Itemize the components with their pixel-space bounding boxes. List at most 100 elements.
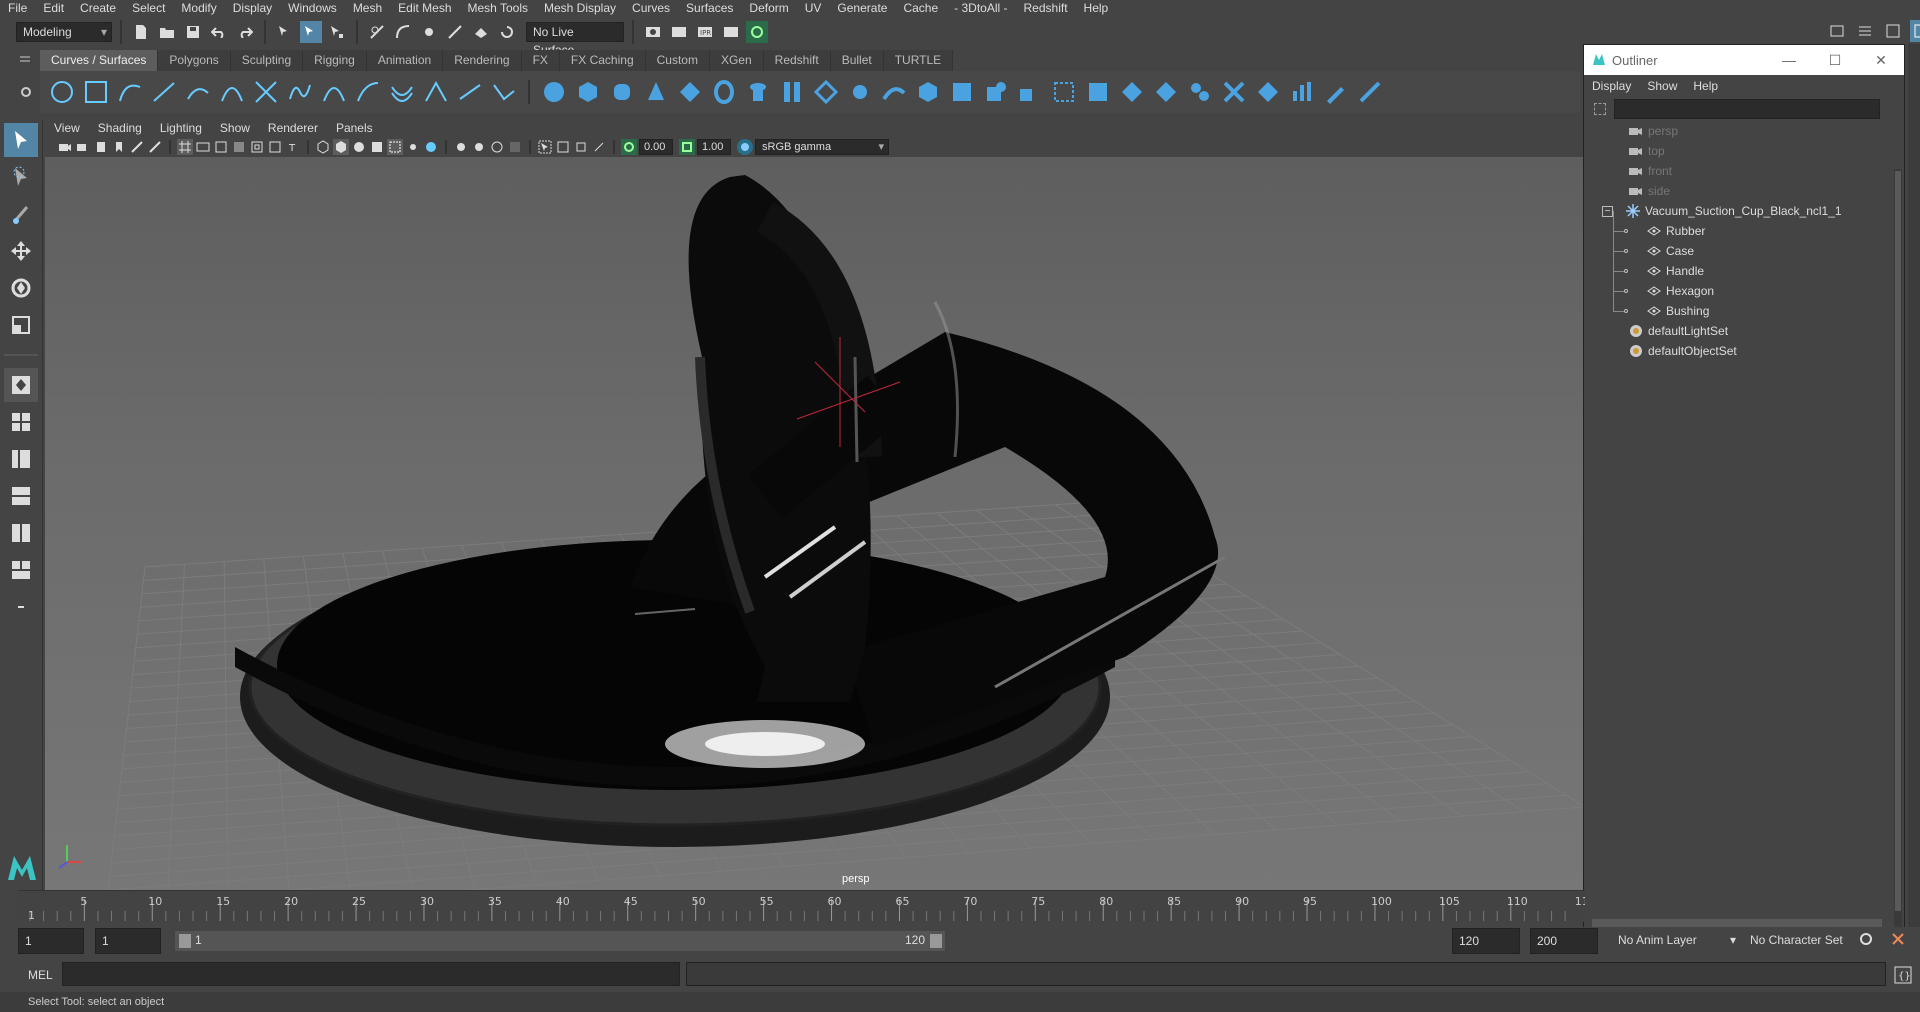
offset-curve-icon[interactable] [388,78,416,106]
snap-grid-icon[interactable] [366,21,388,43]
script-editor-icon[interactable]: {} [1894,966,1912,987]
isolate-select-icon[interactable] [537,139,553,155]
add-points-icon[interactable] [456,78,484,106]
select-component-icon[interactable] [326,21,348,43]
anim-prefs-icon[interactable] [1890,931,1906,950]
bevel-plus-icon[interactable] [914,78,942,106]
menu-help[interactable]: Help [1076,0,1117,17]
outliner-layout-icon[interactable] [4,553,38,587]
gamma-toggle-icon[interactable] [679,139,695,155]
make-live-icon[interactable] [496,21,518,43]
multisample-aa-icon[interactable] [471,139,487,155]
select-tool-icon[interactable] [4,123,38,157]
outliner-item[interactable]: Rubber [1584,211,1904,241]
shelf-tab-fx[interactable]: FX [521,50,560,71]
curve-editing-icon[interactable] [490,78,518,106]
revolve-icon[interactable] [744,78,772,106]
outliner-item[interactable]: front [1584,161,1904,181]
select-object-icon[interactable] [300,21,322,43]
range-end-handle[interactable] [930,934,942,948]
nurbs-torus-icon[interactable] [710,78,738,106]
channel-box-icon[interactable] [1910,20,1920,42]
shelf-tab-turtle[interactable]: TURTLE [883,50,954,71]
rebuild-surface-icon[interactable] [1288,78,1316,106]
snap-surface-icon[interactable] [470,21,492,43]
outliner-item[interactable]: defaultLightSet [1584,321,1904,341]
shelf-menu-icon[interactable] [18,53,32,65]
shelf-tab-fx-caching[interactable]: FX Caching [559,50,646,71]
default-material-icon[interactable] [351,139,367,155]
shelf-tab-custom[interactable]: Custom [645,50,710,71]
outliner-menu-show[interactable]: Show [1639,79,1685,93]
bookmark-icon[interactable] [111,139,127,155]
persp-hypershade-layout-icon[interactable] [4,516,38,550]
command-language-label[interactable]: MEL [28,968,53,982]
grid-toggle-icon[interactable] [177,139,193,155]
shelf-tab-xgen[interactable]: XGen [709,50,764,71]
field-chart-icon[interactable] [249,139,265,155]
auto-key-icon[interactable] [1858,931,1874,950]
viewport-menu-show[interactable]: Show [211,121,259,135]
viewport-menu-view[interactable]: View [45,121,89,135]
viewport-menu-renderer[interactable]: Renderer [259,121,327,135]
menu--3dtoall-[interactable]: - 3DtoAll - [946,0,1015,17]
menu-create[interactable]: Create [72,0,124,17]
maximize-icon[interactable]: ☐ [1812,52,1858,69]
time-slider[interactable]: 1 5 10 15 20 25 30 35 40 45 50 55 60 65 70 75 80 85 90 95 10… [18,890,1596,922]
playback-start-field[interactable]: 1 [95,928,161,954]
menu-mesh[interactable]: Mesh [345,0,390,17]
minimize-icon[interactable]: — [1766,52,1812,69]
detach-curves-icon[interactable] [286,78,314,106]
menu-generate[interactable]: Generate [829,0,895,17]
textured-icon[interactable] [369,139,385,155]
outliner-vscrollbar[interactable] [1894,169,1902,949]
motion-blur-icon[interactable] [453,139,469,155]
attach-curves-icon[interactable] [252,78,280,106]
menu-edit[interactable]: Edit [35,0,72,17]
outliner-item[interactable]: defaultObjectSet [1584,341,1904,361]
viewport-menu-lighting[interactable]: Lighting [151,121,211,135]
mode-dropdown[interactable]: Modeling ▾ [16,22,112,42]
menu-surfaces[interactable]: Surfaces [678,0,741,17]
menu-deform[interactable]: Deform [741,0,796,17]
attach-surfaces-icon[interactable] [1152,78,1180,106]
nurbs-sphere-icon[interactable] [540,78,568,106]
ambient-occlusion-icon[interactable] [423,139,439,155]
extend-surface-icon[interactable] [1254,78,1282,106]
filter-icon[interactable] [1594,103,1606,115]
four-view-layout-icon[interactable] [4,405,38,439]
detach-surfaces-icon[interactable] [1186,78,1214,106]
menu-uv[interactable]: UV [797,0,830,17]
boundary-icon[interactable] [948,78,976,106]
command-input[interactable] [62,962,680,986]
insert-knot-icon[interactable] [320,78,348,106]
persp-graph-layout-icon[interactable] [4,479,38,513]
menu-modify[interactable]: Modify [173,0,224,17]
end-time-field[interactable]: 200 [1530,928,1598,954]
color-management-icon[interactable] [737,139,753,155]
trim-tool-icon[interactable] [1084,78,1112,106]
shelf-tab-bullet[interactable]: Bullet [830,50,884,71]
menu-mesh-display[interactable]: Mesh Display [536,0,624,17]
layout-options-icon[interactable] [4,590,38,624]
use-all-lights-icon[interactable] [387,139,403,155]
menu-edit-mesh[interactable]: Edit Mesh [390,0,459,17]
safe-action-icon[interactable] [267,139,283,155]
untrim-icon[interactable] [1118,78,1146,106]
tool-settings-icon[interactable] [1882,20,1904,42]
paint-select-tool-icon[interactable] [4,197,38,231]
snap-view-icon[interactable] [444,21,466,43]
project-curve-icon[interactable] [1016,78,1044,106]
attribute-editor-icon[interactable] [1854,20,1876,42]
range-slider[interactable]: 1 120 [175,931,945,951]
arc-tool-icon[interactable] [218,78,246,106]
select-camera-icon[interactable] [57,139,73,155]
nurbs-cube-icon[interactable] [574,78,602,106]
viewport-menu-shading[interactable]: Shading [89,121,151,135]
shelf-tab-curves-surfaces[interactable]: Curves / Surfaces [40,50,159,71]
move-tool-icon[interactable] [4,234,38,268]
camera-attributes-icon[interactable] [93,139,109,155]
start-time-field[interactable]: 1 [18,928,84,954]
modeling-toolkit-icon[interactable] [1826,20,1848,42]
insert-isoparms-icon[interactable] [1220,78,1248,106]
